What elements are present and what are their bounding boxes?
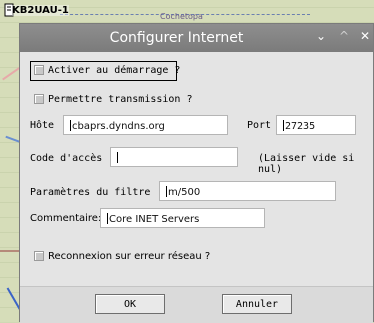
checkbox-box bbox=[34, 94, 44, 104]
port-input[interactable]: 27235 bbox=[276, 115, 356, 135]
host-label: Hôte bbox=[30, 120, 55, 131]
access-code-input[interactable] bbox=[110, 147, 238, 167]
filter-params-input[interactable]: m/500 bbox=[159, 181, 336, 201]
activate-on-startup-checkbox[interactable]: Activer au démarrage ? bbox=[34, 65, 180, 76]
window-title: Configurer Internet bbox=[109, 30, 244, 46]
activate-on-startup-label: Activer au démarrage ? bbox=[48, 65, 181, 76]
comment-value: Core INET Servers bbox=[109, 214, 200, 225]
host-input[interactable]: cbaprs.dyndns.org bbox=[63, 115, 228, 135]
map-place-label: Cochetopa bbox=[160, 12, 203, 21]
filter-params-label: Paramètres du filtre bbox=[30, 187, 151, 198]
text-cursor bbox=[107, 213, 108, 224]
maximize-icon[interactable]: ^ bbox=[339, 29, 349, 43]
access-code-label: Code d'accès bbox=[30, 153, 103, 164]
configure-internet-dialog: Configurer Internet ⌄ ^ ✕ Activer au dém… bbox=[19, 23, 374, 323]
close-icon[interactable]: ✕ bbox=[360, 29, 370, 43]
allow-transmission-checkbox[interactable]: Permettre transmission ? bbox=[34, 94, 193, 105]
host-value: cbaprs.dyndns.org bbox=[72, 121, 165, 132]
filter-params-value: m/500 bbox=[168, 187, 201, 198]
access-code-hint: (Laisser vide si nul) bbox=[258, 153, 355, 175]
minimize-icon[interactable]: ⌄ bbox=[316, 29, 326, 43]
text-cursor bbox=[283, 120, 284, 131]
reconnect-checkbox[interactable]: Reconnexion sur erreur réseau ? bbox=[34, 251, 210, 262]
cancel-button[interactable]: Annuler bbox=[222, 294, 292, 314]
port-value: 27235 bbox=[285, 121, 316, 132]
ok-button[interactable]: OK bbox=[95, 294, 165, 314]
checkbox-box bbox=[34, 65, 44, 75]
reconnect-label: Reconnexion sur erreur réseau ? bbox=[48, 251, 211, 262]
comment-input[interactable]: Core INET Servers bbox=[100, 208, 265, 228]
title-bar[interactable]: Configurer Internet ⌄ ^ ✕ bbox=[20, 24, 373, 52]
button-bar: OK Annuler bbox=[20, 286, 373, 323]
port-label: Port bbox=[247, 120, 272, 131]
allow-transmission-label: Permettre transmission ? bbox=[48, 94, 193, 105]
text-cursor bbox=[117, 152, 118, 163]
text-cursor bbox=[70, 120, 71, 131]
comment-label: Commentaire: bbox=[30, 213, 102, 224]
checkbox-box bbox=[34, 251, 44, 261]
text-cursor bbox=[166, 186, 167, 197]
station-label[interactable]: KB2UAU-1 bbox=[12, 5, 69, 16]
